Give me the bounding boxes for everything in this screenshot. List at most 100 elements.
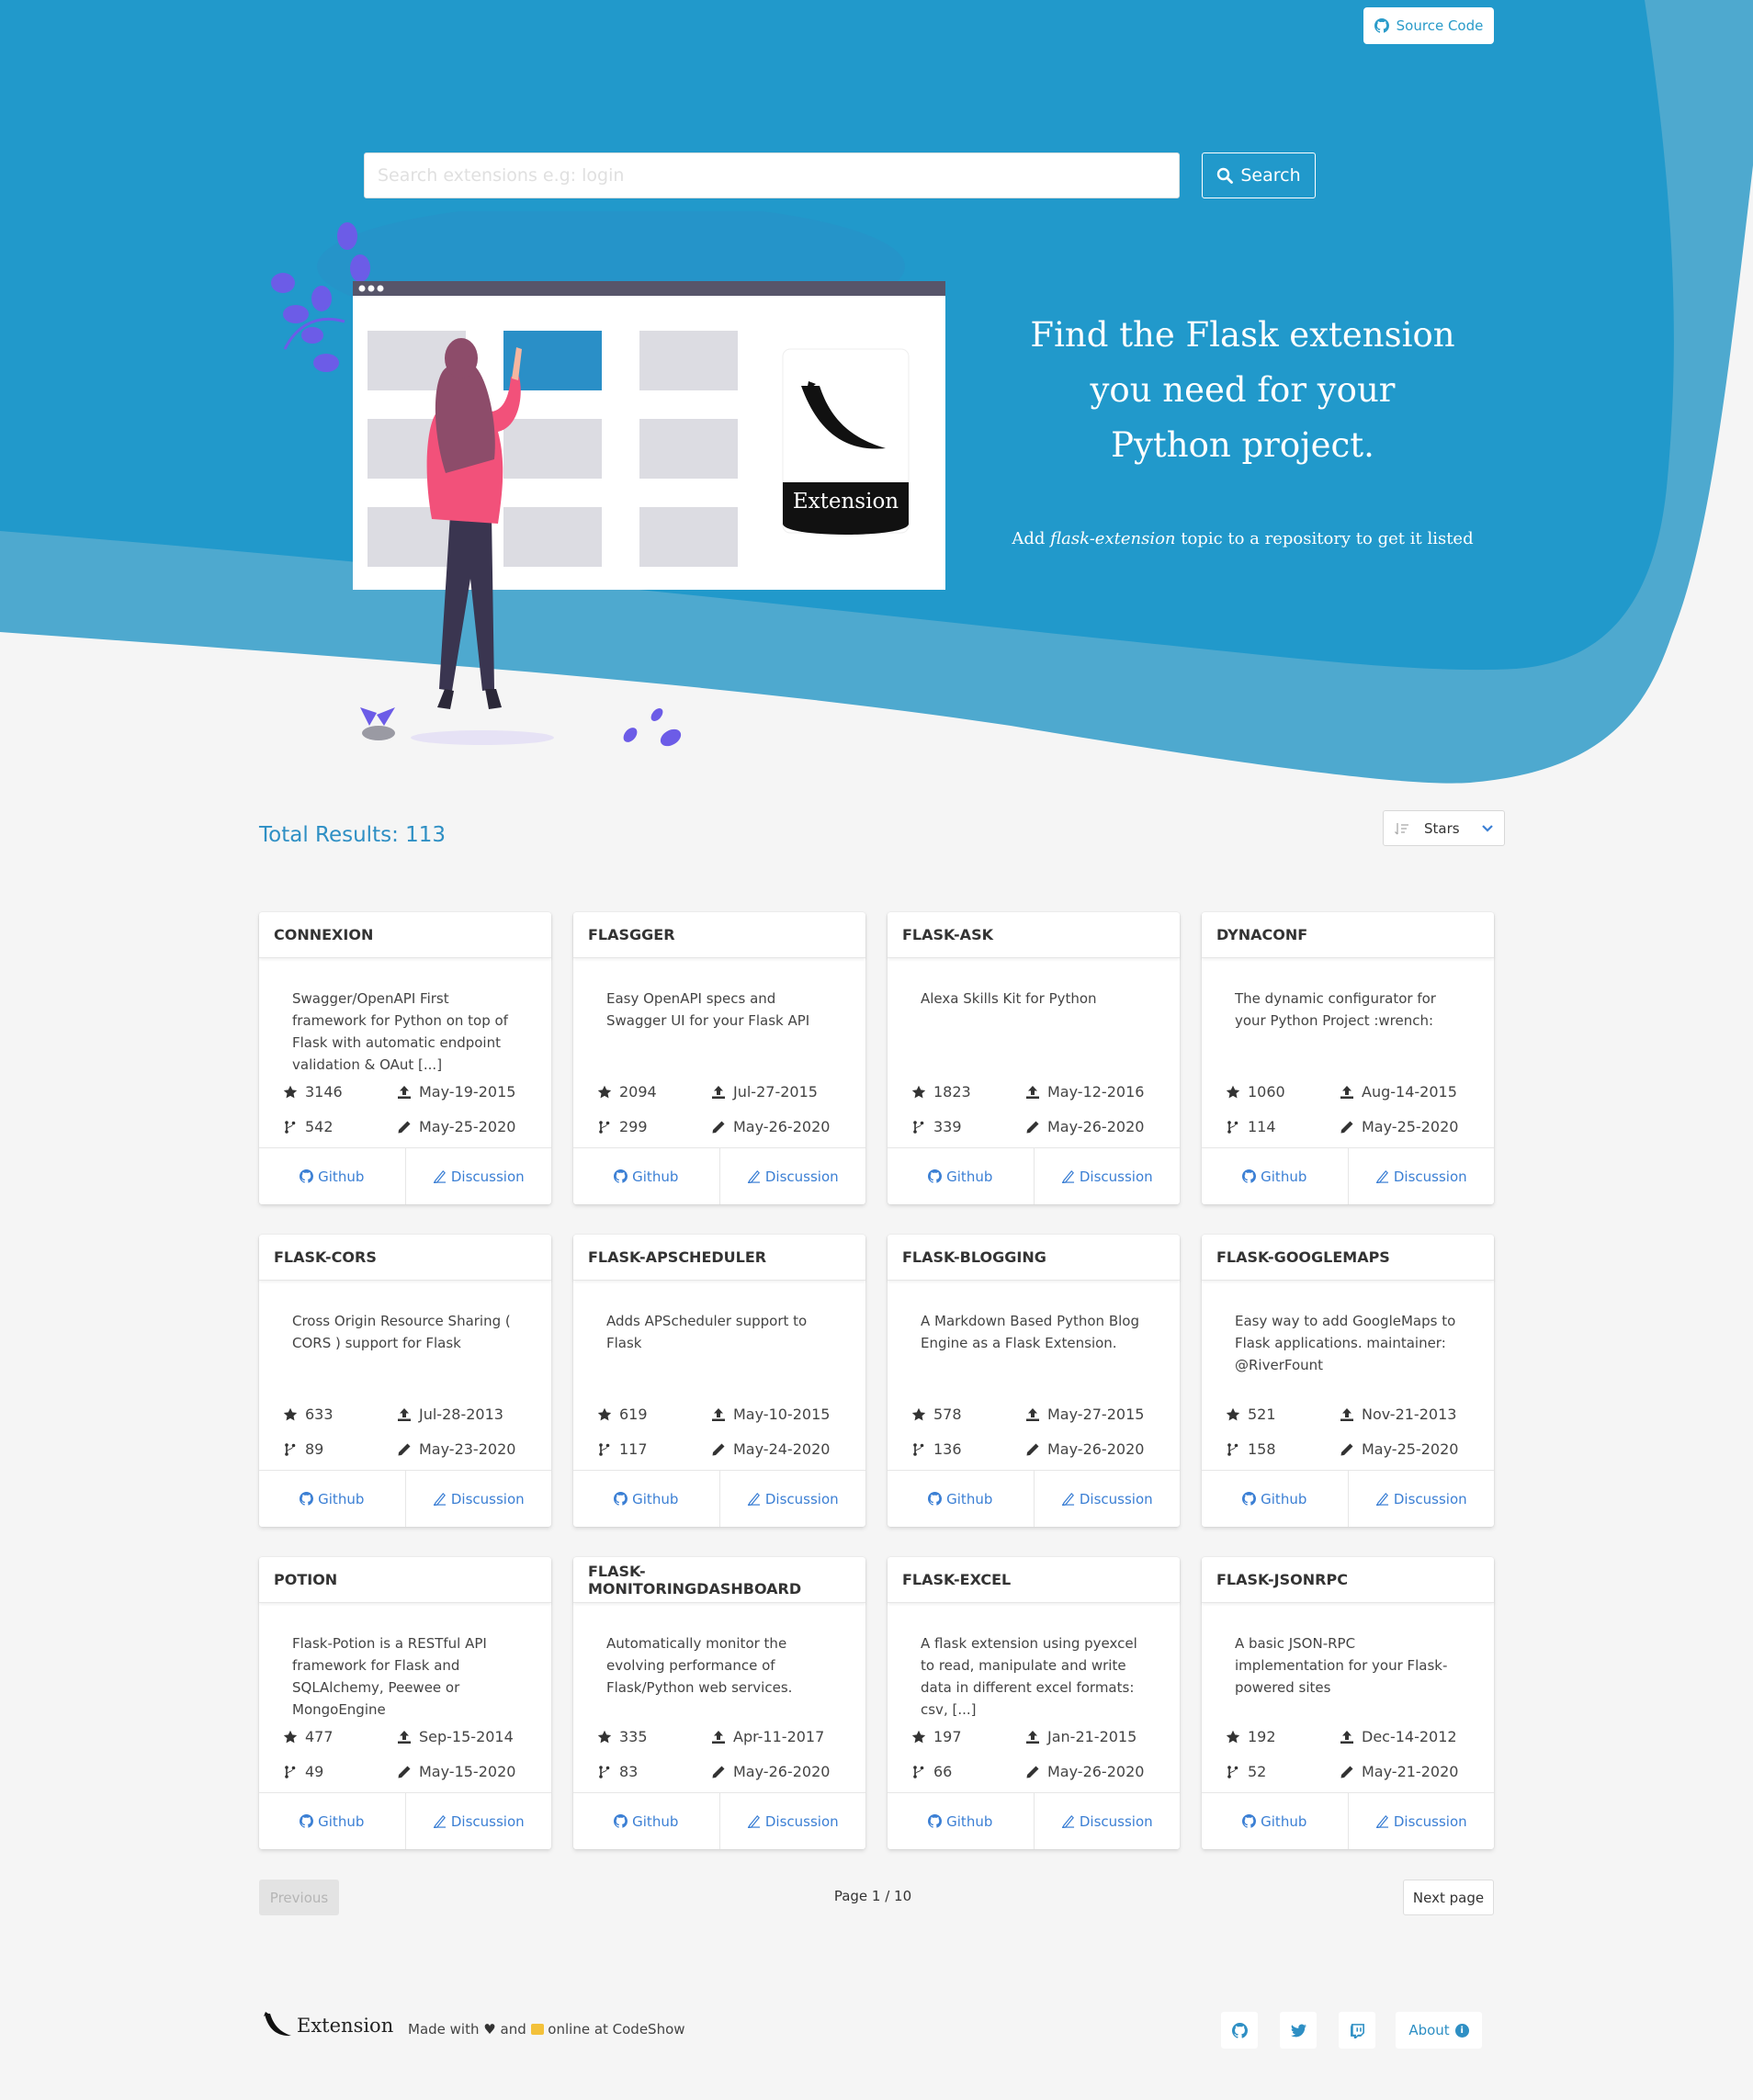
updated-date: May-26-2020 bbox=[1047, 1118, 1145, 1135]
star-icon bbox=[597, 1730, 612, 1743]
upload-icon bbox=[1340, 1085, 1353, 1099]
footer-twitch-button[interactable] bbox=[1339, 2012, 1375, 2049]
forks-stat: 158 bbox=[1226, 1440, 1276, 1458]
github-link-label: Github bbox=[946, 1490, 993, 1507]
fork-icon bbox=[1227, 1442, 1238, 1456]
extension-name: POTION bbox=[259, 1557, 551, 1603]
pencil-icon bbox=[712, 1766, 725, 1778]
updated-date: May-26-2020 bbox=[733, 1763, 831, 1780]
github-icon bbox=[300, 1169, 314, 1183]
forks-stat: 66 bbox=[911, 1763, 952, 1780]
discussion-link[interactable]: Discussion bbox=[718, 1471, 866, 1527]
github-link-label: Github bbox=[1261, 1812, 1307, 1830]
github-link[interactable]: Github bbox=[259, 1793, 405, 1849]
hero-subtitle: Add flask-extension topic to a repositor… bbox=[992, 529, 1493, 548]
discussion-link[interactable]: Discussion bbox=[1033, 1148, 1181, 1204]
discussion-link[interactable]: Discussion bbox=[1347, 1148, 1495, 1204]
extension-name: FLASK-APSCHEDULER bbox=[573, 1235, 865, 1281]
previous-button[interactable]: Previous bbox=[259, 1880, 339, 1915]
github-link[interactable]: Github bbox=[1202, 1793, 1348, 1849]
extension-card: FLASK-BLOGGING A Markdown Based Python B… bbox=[888, 1235, 1180, 1527]
hero-tagline: Find the Flask extension you need for yo… bbox=[992, 308, 1493, 473]
card-actions: Github Discussion bbox=[1202, 1147, 1494, 1204]
extension-card: FLASK-ASK Alexa Skills Kit for Python 18… bbox=[888, 912, 1180, 1204]
github-link[interactable]: Github bbox=[1202, 1471, 1348, 1527]
github-link-label: Github bbox=[946, 1812, 993, 1830]
sort-dropdown[interactable]: Stars bbox=[1383, 810, 1505, 846]
github-link[interactable]: Github bbox=[259, 1471, 405, 1527]
discussion-link[interactable]: Discussion bbox=[404, 1793, 552, 1849]
forks-count: 114 bbox=[1248, 1118, 1276, 1135]
subtitle-prefix: Add bbox=[1012, 529, 1051, 548]
github-link[interactable]: Github bbox=[573, 1471, 719, 1527]
footer-twitter-button[interactable] bbox=[1280, 2012, 1317, 2049]
discussion-link[interactable]: Discussion bbox=[718, 1793, 866, 1849]
upload-icon bbox=[1340, 1407, 1353, 1421]
github-link[interactable]: Github bbox=[573, 1148, 719, 1204]
discussion-link-label: Discussion bbox=[450, 1812, 525, 1830]
subtitle-topic: flask-extension bbox=[1050, 529, 1176, 548]
extension-card: FLASK-JSONRPC A basic JSON-RPC implement… bbox=[1202, 1557, 1494, 1849]
extension-name: DYNACONF bbox=[1202, 912, 1494, 958]
github-link[interactable]: Github bbox=[573, 1793, 719, 1849]
discussion-link[interactable]: Discussion bbox=[1033, 1793, 1181, 1849]
updated-stat: May-25-2020 bbox=[1340, 1118, 1458, 1135]
updated-stat: May-25-2020 bbox=[1340, 1440, 1458, 1458]
next-page-button[interactable]: Next page bbox=[1403, 1880, 1494, 1915]
chevron-down-icon bbox=[1482, 824, 1493, 832]
discussion-link-label: Discussion bbox=[1393, 1490, 1467, 1507]
extension-card: FLASK-GOOGLEMAPS Easy way to add GoogleM… bbox=[1202, 1235, 1494, 1527]
github-link[interactable]: Github bbox=[888, 1148, 1034, 1204]
discussion-link[interactable]: Discussion bbox=[404, 1471, 552, 1527]
footer-credits: Made with ♥ and online at CodeShow bbox=[408, 2021, 685, 2038]
search-button[interactable]: Search bbox=[1202, 152, 1316, 198]
discussion-link[interactable]: Discussion bbox=[1033, 1471, 1181, 1527]
github-icon bbox=[300, 1492, 314, 1506]
discussion-link[interactable]: Discussion bbox=[718, 1148, 866, 1204]
stars-stat: 633 bbox=[283, 1406, 334, 1423]
extension-card: DYNACONF The dynamic configurator for yo… bbox=[1202, 912, 1494, 1204]
github-link[interactable]: Github bbox=[259, 1148, 405, 1204]
pencil-icon bbox=[398, 1121, 411, 1133]
extension-name: FLASK-MONITORINGDASHBOARD bbox=[573, 1557, 865, 1603]
upload-icon bbox=[398, 1085, 411, 1099]
discussion-link[interactable]: Discussion bbox=[1347, 1793, 1495, 1849]
card-actions: Github Discussion bbox=[259, 1147, 551, 1204]
star-icon bbox=[283, 1407, 298, 1420]
forks-count: 49 bbox=[305, 1763, 324, 1780]
card-actions: Github Discussion bbox=[888, 1792, 1180, 1849]
star-icon bbox=[283, 1085, 298, 1098]
stars-count: 192 bbox=[1248, 1728, 1276, 1745]
forks-count: 83 bbox=[619, 1763, 639, 1780]
created-stat: Jul-28-2013 bbox=[397, 1406, 503, 1423]
discussion-link-label: Discussion bbox=[1393, 1812, 1467, 1830]
fork-icon bbox=[285, 1120, 296, 1134]
created-stat: Jul-27-2015 bbox=[711, 1083, 818, 1101]
extension-description: Easy OpenAPI specs and Swagger UI for yo… bbox=[606, 990, 810, 1029]
discussion-link[interactable]: Discussion bbox=[1347, 1471, 1495, 1527]
github-link[interactable]: Github bbox=[1202, 1148, 1348, 1204]
extension-badge-label: Extension bbox=[792, 490, 899, 514]
total-results: Total Results: 113 bbox=[259, 823, 447, 847]
extension-description: The dynamic configurator for your Python… bbox=[1235, 990, 1436, 1029]
source-code-button[interactable]: Source Code bbox=[1363, 7, 1494, 44]
github-icon bbox=[614, 1814, 628, 1828]
stars-stat: 335 bbox=[597, 1728, 648, 1745]
github-link-label: Github bbox=[946, 1168, 993, 1185]
forks-stat: 114 bbox=[1226, 1118, 1276, 1135]
updated-stat: May-25-2020 bbox=[397, 1118, 515, 1135]
footer-logo[interactable]: Extension bbox=[262, 2012, 393, 2039]
github-icon bbox=[928, 1169, 943, 1183]
stars-stat: 521 bbox=[1226, 1406, 1276, 1423]
github-link[interactable]: Github bbox=[888, 1471, 1034, 1527]
footer-github-button[interactable] bbox=[1221, 2012, 1258, 2049]
forks-count: 542 bbox=[305, 1118, 334, 1135]
about-button[interactable]: About i bbox=[1396, 2012, 1482, 2049]
search-input[interactable] bbox=[364, 152, 1180, 198]
github-icon bbox=[1242, 1169, 1257, 1183]
github-link[interactable]: Github bbox=[888, 1793, 1034, 1849]
updated-date: May-15-2020 bbox=[419, 1763, 516, 1780]
discussion-link[interactable]: Discussion bbox=[404, 1148, 552, 1204]
card-actions: Github Discussion bbox=[1202, 1792, 1494, 1849]
discussion-icon bbox=[1061, 1814, 1074, 1828]
